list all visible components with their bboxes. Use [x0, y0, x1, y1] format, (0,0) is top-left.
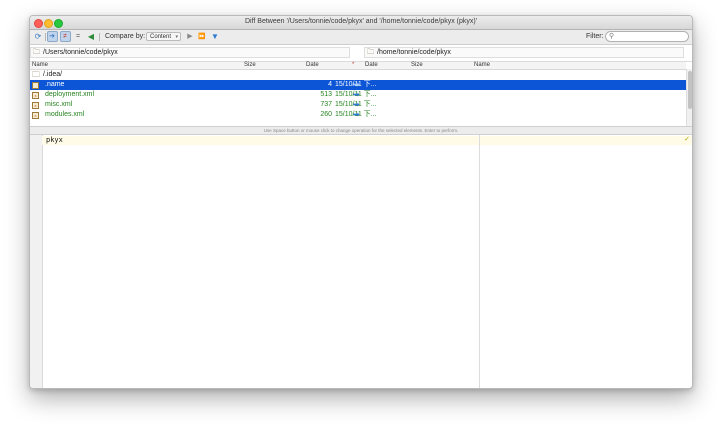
header-right-date[interactable]: Date: [365, 62, 378, 68]
file-icon: [32, 82, 39, 89]
copy-right-arrow-icon[interactable]: ➡: [353, 110, 360, 120]
play-icon[interactable]: ▶: [185, 32, 195, 42]
header-right-size[interactable]: Size: [411, 62, 423, 68]
list-item[interactable]: x deployment.xml 513 15/10/11 下... ➡: [30, 90, 686, 100]
filter-input[interactable]: ⚲: [605, 31, 689, 42]
compare-by-label: Compare by:: [105, 33, 146, 40]
filter-label: Filter:: [586, 33, 604, 40]
column-header: Name Size Date * Date Size Name: [30, 62, 686, 70]
file-list-scrollbar[interactable]: [686, 69, 692, 126]
row-name: misc.xml: [45, 101, 73, 108]
filter-funnel-icon[interactable]: ▼: [210, 32, 220, 42]
refresh-icon[interactable]: ⟳: [33, 32, 43, 42]
xml-file-icon: x: [32, 102, 39, 109]
left-path-field[interactable]: 🗀 /Users/tonnie/code/pkyx: [30, 47, 350, 58]
right-path-text: /home/tonnie/code/pkyx: [377, 49, 451, 56]
list-item[interactable]: .name 4 15/10/11 下... ➡: [30, 80, 686, 90]
header-left-name[interactable]: Name: [32, 62, 48, 68]
list-item[interactable]: x misc.xml 737 15/10/11 下... ➡: [30, 100, 686, 110]
right-path-field[interactable]: 🗀 /home/tonnie/code/pkyx: [364, 47, 684, 58]
left-code-line: pkyx: [46, 136, 63, 144]
compare-by-select[interactable]: Content ▾: [146, 32, 181, 41]
row-name: modules.xml: [45, 111, 85, 118]
folder-icon: 🗀: [32, 70, 40, 79]
left-arrow-icon[interactable]: ◀: [86, 32, 96, 42]
row-size: 513: [320, 91, 332, 98]
window-title: Diff Between '/Users/tonnie/code/pkyx' a…: [244, 18, 478, 25]
right-diff-pane[interactable]: ✓: [480, 135, 692, 388]
row-name: deployment.xml: [45, 91, 95, 98]
file-list: 🗀 /.idea/ .name 4 15/10/11 下... ➡ x depl…: [30, 70, 686, 126]
search-icon: ⚲: [609, 33, 615, 40]
toolbar-separator: [99, 33, 100, 41]
list-item[interactable]: 🗀 /.idea/: [30, 70, 686, 80]
row-name: /.idea/: [43, 71, 63, 78]
row-name: .name: [45, 81, 65, 88]
right-arrow-icon: ➜: [49, 33, 55, 40]
checkmark-icon[interactable]: ✓: [684, 135, 690, 143]
xml-file-icon: x: [32, 92, 39, 99]
folder-icon: 🗀: [33, 49, 40, 56]
not-equal-icon: ≠: [63, 33, 67, 40]
row-size: 260: [320, 111, 332, 118]
toolbar: ⟳ ➜ ≠ = ◀ Compare by: Content ▾ ▶ ⏩ ▼ Fi…: [30, 30, 692, 45]
copy-right-arrow-icon[interactable]: ➡: [353, 80, 360, 90]
header-right-name[interactable]: Name: [474, 62, 490, 68]
left-diff-pane[interactable]: pkyx: [42, 135, 480, 388]
toolbar-separator: [45, 33, 46, 41]
header-left-date[interactable]: Date: [306, 62, 319, 68]
folder-icon: 🗀: [367, 49, 374, 56]
compare-by-value: Content: [150, 34, 172, 40]
copy-right-arrow-icon[interactable]: ➡: [353, 90, 360, 100]
highlighted-line: [42, 136, 479, 145]
copy-right-arrow-icon[interactable]: ➡: [353, 100, 360, 110]
scrollbar-thumb[interactable]: [688, 71, 692, 109]
row-size: 4: [328, 81, 332, 88]
status-hint: Use Space button or mouse click to chang…: [30, 126, 692, 135]
equal-icon[interactable]: =: [73, 32, 83, 42]
header-left-size[interactable]: Size: [244, 62, 256, 68]
chevron-down-icon: ▾: [175, 34, 178, 40]
path-bar: 🗀 /Users/tonnie/code/pkyx 🗀 /home/tonnie…: [30, 45, 692, 62]
title-bar: Diff Between '/Users/tonnie/code/pkyx' a…: [30, 16, 692, 30]
xml-file-icon: x: [32, 112, 39, 119]
diff-viewer: pkyx ✓: [30, 135, 692, 388]
row-size: 737: [320, 101, 332, 108]
header-sort-marker[interactable]: *: [352, 62, 354, 68]
list-item[interactable]: x modules.xml 260 15/10/11 下... ➡: [30, 110, 686, 120]
left-path-text: /Users/tonnie/code/pkyx: [43, 49, 118, 56]
fast-forward-icon[interactable]: ⏩: [197, 32, 207, 42]
diff-window: Diff Between '/Users/tonnie/code/pkyx' a…: [29, 15, 693, 389]
highlighted-line: [480, 136, 692, 145]
